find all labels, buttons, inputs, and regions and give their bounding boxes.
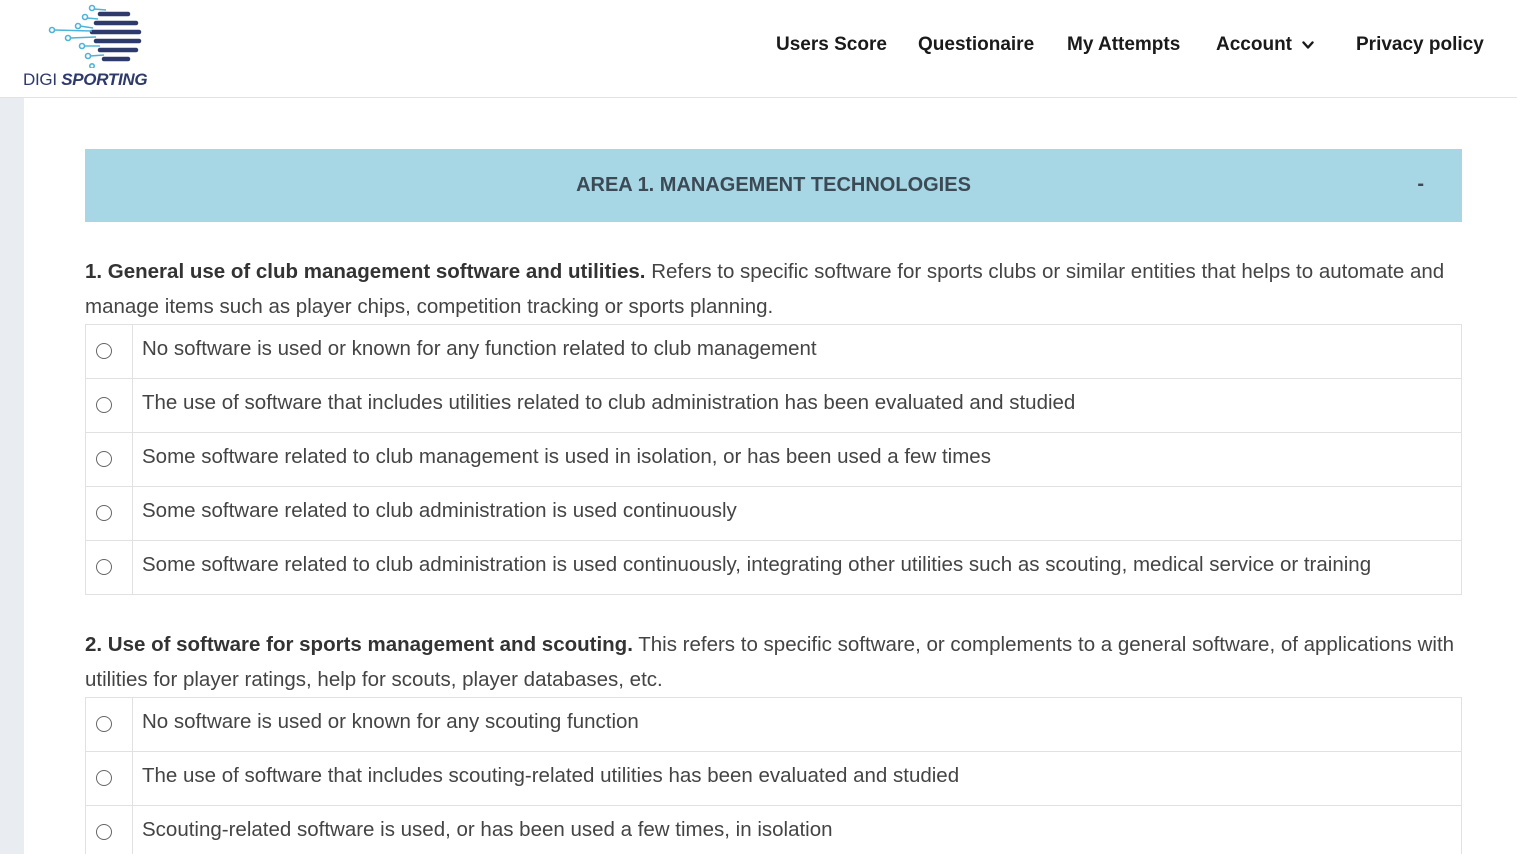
nav-account[interactable]: Account xyxy=(1216,34,1314,56)
radio-button[interactable] xyxy=(96,343,112,359)
radio-cell xyxy=(86,698,133,751)
radio-cell xyxy=(86,433,133,486)
nav-privacy-policy[interactable]: Privacy policy xyxy=(1356,34,1484,56)
logo-text-sporting: SPORTING xyxy=(61,70,148,89)
option-label: No software is used or known for any sco… xyxy=(142,710,639,733)
question-1-options: No software is used or known for any fun… xyxy=(85,324,1462,595)
option-row[interactable]: Some software related to club administra… xyxy=(86,487,1461,541)
chevron-down-icon xyxy=(1302,34,1314,56)
radio-cell xyxy=(86,752,133,805)
nav-my-attempts[interactable]: My Attempts xyxy=(1067,34,1180,56)
left-sidebar-stripe xyxy=(0,98,24,854)
site-header: DIGI SPORTING Users Score Questionaire M… xyxy=(0,0,1517,98)
question-2-options: No software is used or known for any sco… xyxy=(85,697,1462,854)
option-row[interactable]: No software is used or known for any sco… xyxy=(86,698,1461,752)
radio-button[interactable] xyxy=(96,559,112,575)
nav-questionaire[interactable]: Questionaire xyxy=(918,34,1034,56)
option-row[interactable]: The use of software that includes scouti… xyxy=(86,752,1461,806)
option-row[interactable]: No software is used or known for any fun… xyxy=(86,325,1461,379)
area-section-header[interactable]: AREA 1. MANAGEMENT TECHNOLOGIES - xyxy=(85,149,1462,222)
option-label: Some software related to club administra… xyxy=(142,553,1372,576)
nav-users-score[interactable]: Users Score xyxy=(776,34,887,56)
radio-cell xyxy=(86,379,133,432)
radio-cell xyxy=(86,806,133,854)
option-label: Some software related to club management… xyxy=(142,445,991,468)
nav-account-label: Account xyxy=(1216,34,1292,56)
digisporting-logo[interactable]: DIGI SPORTING xyxy=(22,4,152,90)
question-2-heading: 2. Use of software for sports management… xyxy=(85,633,633,656)
question-1-heading: 1. General use of club management softwa… xyxy=(85,260,646,283)
option-row[interactable]: Some software related to club administra… xyxy=(86,541,1461,595)
logo-text: DIGI SPORTING xyxy=(23,70,148,90)
option-row[interactable]: Some software related to club management… xyxy=(86,433,1461,487)
option-row[interactable]: Scouting-related software is used, or ha… xyxy=(86,806,1461,854)
radio-cell xyxy=(86,541,133,594)
area-title: AREA 1. MANAGEMENT TECHNOLOGIES xyxy=(576,174,971,196)
radio-button[interactable] xyxy=(96,770,112,786)
radio-button[interactable] xyxy=(96,824,112,840)
option-label: No software is used or known for any fun… xyxy=(142,337,817,360)
radio-button[interactable] xyxy=(96,505,112,521)
radio-button[interactable] xyxy=(96,397,112,413)
logo-mark-icon xyxy=(48,4,142,68)
option-label: Scouting-related software is used, or ha… xyxy=(142,818,833,841)
question-1-text: 1. General use of club management softwa… xyxy=(85,254,1465,324)
radio-cell xyxy=(86,325,133,378)
collapse-toggle[interactable]: - xyxy=(1417,173,1424,196)
radio-button[interactable] xyxy=(96,716,112,732)
option-label: The use of software that includes scouti… xyxy=(142,764,960,787)
radio-button[interactable] xyxy=(96,451,112,467)
option-row[interactable]: The use of software that includes utilit… xyxy=(86,379,1461,433)
logo-text-digi: DIGI xyxy=(23,70,57,89)
question-2-text: 2. Use of software for sports management… xyxy=(85,627,1465,697)
option-label: The use of software that includes utilit… xyxy=(142,391,1076,414)
option-label: Some software related to club administra… xyxy=(142,499,737,522)
radio-cell xyxy=(86,487,133,540)
